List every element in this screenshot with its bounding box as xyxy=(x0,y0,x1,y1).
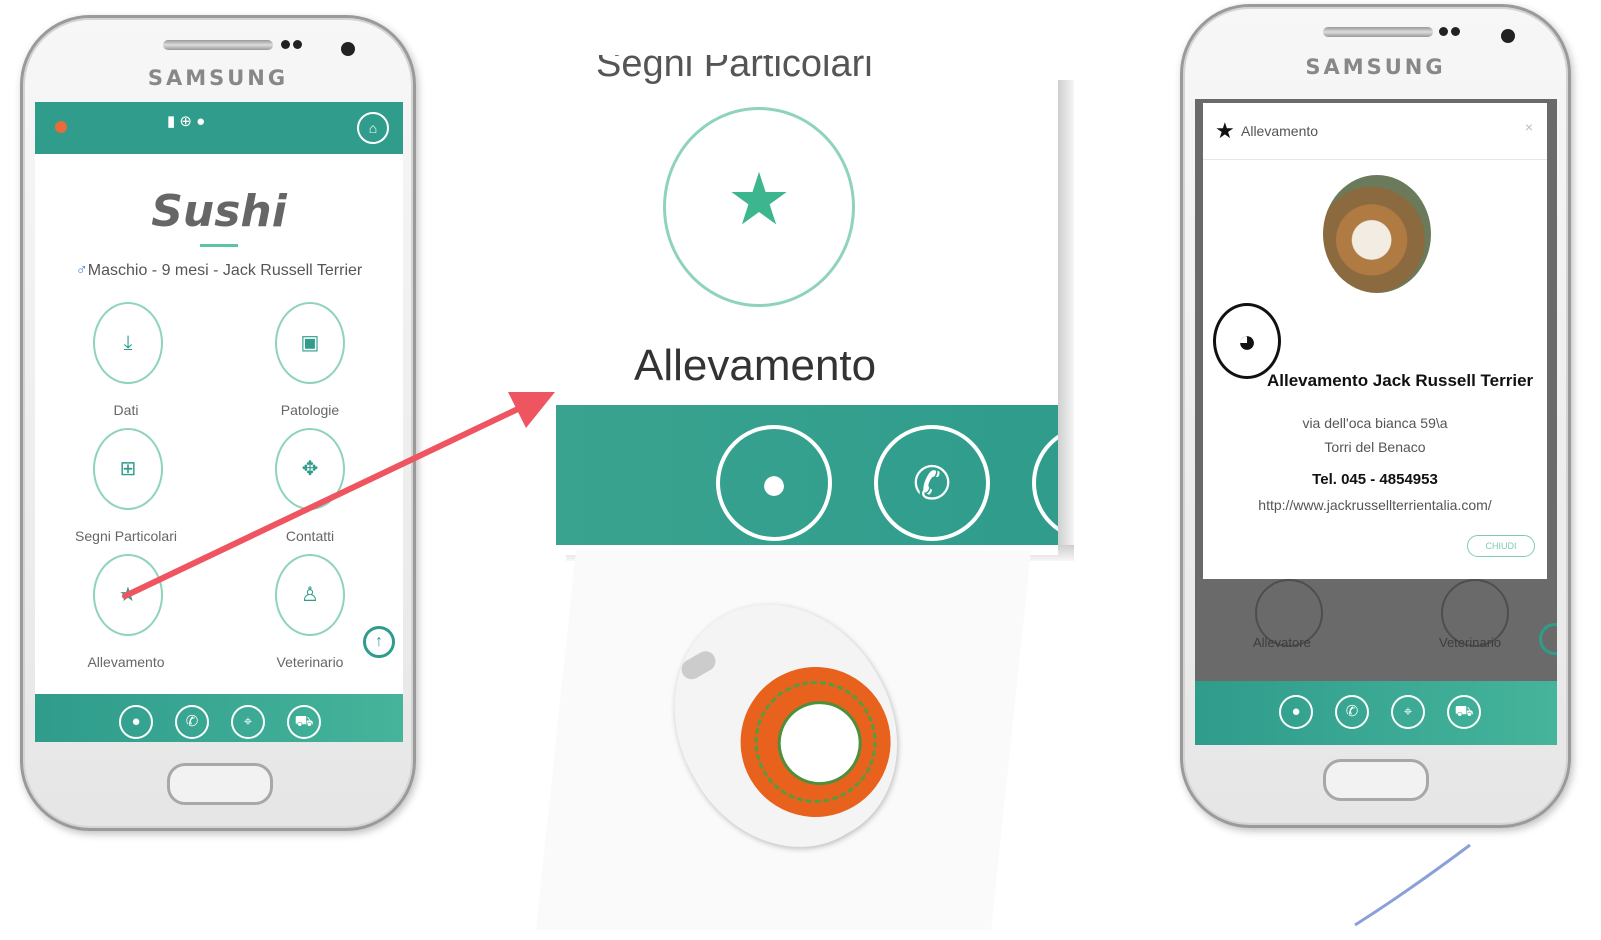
map-marker-icon[interactable]: ⌖ xyxy=(1391,695,1425,729)
sensor-dot xyxy=(1451,27,1460,36)
star-icon: ★ xyxy=(1215,118,1235,143)
scroll-up-icon[interactable] xyxy=(1539,623,1557,655)
sensor-dot xyxy=(1439,27,1448,36)
dog-logo-icon: ◕ xyxy=(1213,303,1281,379)
allevamento-modal: ★ Allevamento × ◕ Allevamento Jack Russe… xyxy=(1203,103,1547,579)
dimmed-label: Allevatore xyxy=(1253,635,1311,650)
ambulance-icon[interactable]: ⛟ xyxy=(1447,695,1481,729)
front-camera xyxy=(1501,29,1515,43)
website-link[interactable]: http://www.jackrussellterrientalia.com/ xyxy=(1203,497,1547,513)
address-line: via dell'oca bianca 59\a xyxy=(1302,415,1448,431)
close-icon[interactable]: × xyxy=(1525,119,1533,135)
decorative-stroke xyxy=(1354,843,1471,927)
user-icon[interactable]: ● xyxy=(1279,695,1313,729)
dog-photo xyxy=(1323,175,1431,293)
phone-number[interactable]: Tel. 045 - 4854953 xyxy=(1203,471,1547,488)
phone-icon[interactable]: ✆ xyxy=(1335,695,1369,729)
modal-header: ★ Allevamento × xyxy=(1203,103,1547,160)
right-phone: SAMSUNG Allevatore Veterinario ★ Allevam… xyxy=(1180,4,1571,828)
bottom-bar: ● ✆ ⌖ ⛟ xyxy=(1195,681,1557,745)
brand-label: SAMSUNG xyxy=(1305,55,1446,79)
home-hardware-button[interactable] xyxy=(1323,759,1429,801)
speaker-grille xyxy=(1323,27,1433,37)
app-screen-dimmed: Allevatore Veterinario ★ Allevamento × ◕… xyxy=(1195,99,1557,745)
modal-title: Allevamento xyxy=(1241,123,1319,139)
address-city: Torri del Benaco xyxy=(1324,439,1426,455)
breeder-name: Allevamento Jack Russell Terrier xyxy=(1267,371,1534,390)
close-button[interactable]: CHIUDI xyxy=(1467,535,1535,557)
dimmed-label: Veterinario xyxy=(1439,635,1502,650)
